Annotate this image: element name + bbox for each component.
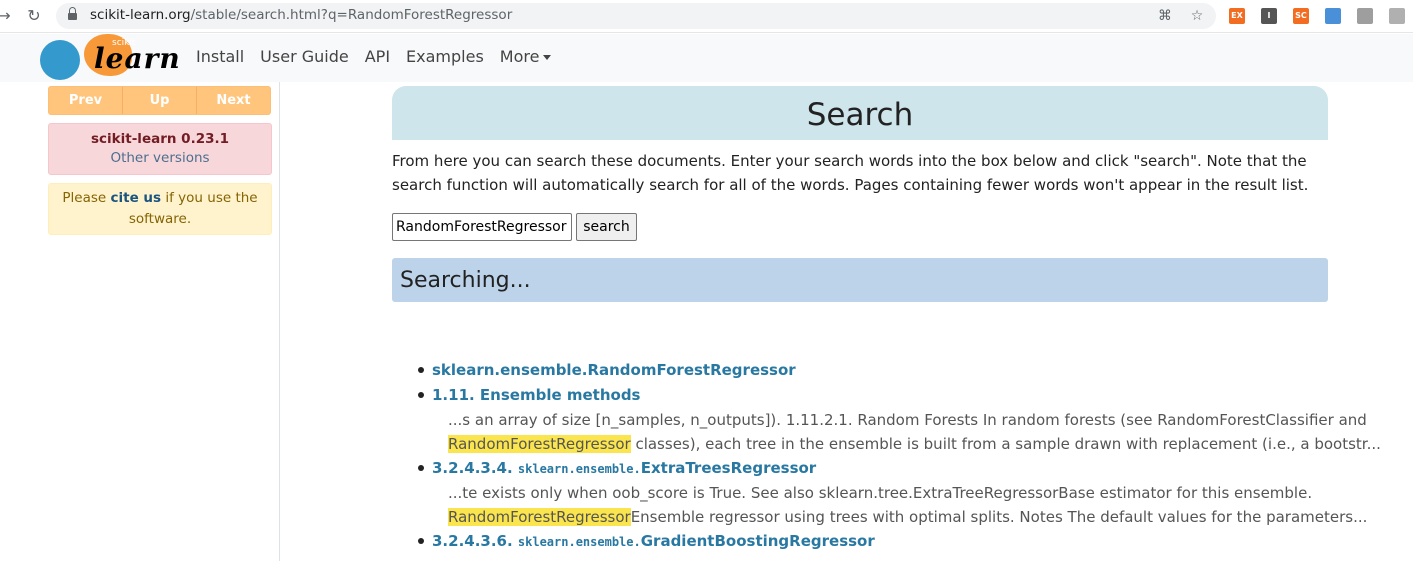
result-snippet-line: RandomForestRegressorEnsemble regressor … [448, 505, 1367, 529]
nav-install[interactable]: Install [196, 47, 244, 66]
cite-box: Please cite us if you use the software. [48, 183, 272, 235]
nav-api[interactable]: API [365, 47, 390, 66]
url-text[interactable]: scikit-learn.org/stable/search.html?q=Ra… [90, 7, 512, 23]
address-bar[interactable]: scikit-learn.org/stable/search.html?q=Ra… [56, 3, 1216, 29]
search-button[interactable]: search [576, 213, 637, 241]
ex-extension-icon[interactable]: EX [1229, 8, 1245, 24]
site-navbar: scikit learn Install User Guide API Exam… [0, 34, 1413, 82]
lock-icon [68, 7, 77, 21]
nav-more-label: More [499, 47, 540, 66]
url-domain: scikit-learn.org [90, 7, 191, 23]
result-snippet-line: RandomForestRegressor classes), each tre… [448, 432, 1381, 456]
page-title-bar: Search [392, 86, 1328, 140]
bullet-icon [418, 465, 424, 471]
url-path: /stable/search.html?q=RandomForestRegres… [190, 7, 513, 23]
bullet-icon [418, 538, 424, 544]
result-snippet-line: ...s an array of size [n_samples, n_outp… [448, 408, 1367, 432]
snippet-highlight: RandomForestRegressor [448, 508, 631, 526]
i-extension-icon[interactable]: I [1261, 8, 1277, 24]
result-title-link[interactable]: 3.2.4.3.6. sklearn.ensemble.GradientBoos… [432, 529, 1340, 554]
translate-icon[interactable]: ⌘ [1156, 7, 1174, 25]
searching-header: Searching... [392, 258, 1328, 302]
scikit-learn-logo[interactable]: scikit learn [40, 34, 180, 82]
snippet-text: Ensemble regressor using trees with opti… [630, 508, 1368, 526]
bookmark-star-icon[interactable]: ☆ [1188, 7, 1206, 25]
search-results-list: sklearn.ensemble.RandomForestRegressor 1.… [410, 358, 1381, 554]
nav-more-dropdown[interactable]: More [500, 47, 552, 66]
nav-examples[interactable]: Examples [406, 47, 484, 66]
result-name: 1.11. Ensemble methods [432, 386, 641, 404]
cite-prefix: Please [62, 190, 111, 206]
snippet-text: ...s an array of size [n_samples, n_outp… [448, 411, 1367, 429]
bullet-icon [418, 367, 424, 373]
nav-links: Install User Guide API Examples More [196, 47, 567, 66]
result-name: sklearn.ensemble.RandomForestRegressor [432, 361, 796, 379]
snippet-text: ...te exists only when oob_score is True… [448, 484, 1313, 502]
reload-icon[interactable]: ↻ [24, 6, 44, 26]
result-snippet-line: ...te exists only when oob_score is True… [448, 481, 1340, 505]
related-nav-buttons: Prev Up Next [48, 86, 271, 115]
result-name: ExtraTreesRegressor [640, 459, 817, 477]
next-button[interactable]: Next [197, 87, 270, 114]
browser-toolbar: → ↻ scikit-learn.org/stable/search.html?… [0, 0, 1413, 33]
search-result-item: 3.2.4.3.6. sklearn.ensemble.GradientBoos… [410, 529, 1340, 554]
version-title: scikit-learn 0.23.1 [90, 131, 230, 147]
logo-learn-text: learn [94, 42, 181, 75]
version-box: scikit-learn 0.23.1 Other versions [48, 123, 272, 175]
result-name: GradientBoostingRegressor [640, 532, 875, 550]
caret-down-icon [543, 55, 552, 60]
search-result-item: sklearn.ensemble.RandomForestRegressor [410, 358, 1340, 383]
result-title-link[interactable]: 3.2.4.3.4. sklearn.ensemble.ExtraTreesRe… [432, 456, 1340, 481]
search-result-item: 1.11. Ensemble methods ...s an array of s… [410, 383, 1381, 456]
bullet-icon [418, 392, 424, 398]
sidebar-divider [279, 82, 280, 561]
sc-extension-icon[interactable]: SC [1293, 8, 1309, 24]
search-intro-text: From here you can search these documents… [392, 152, 1309, 194]
snippet-highlight: RandomForestRegressor [448, 435, 631, 453]
result-module-path: sklearn.ensemble. [517, 462, 641, 476]
blue-extension-icon[interactable] [1325, 8, 1341, 24]
page-title: Search [806, 97, 914, 133]
result-module-path: sklearn.ensemble. [517, 535, 641, 549]
result-title-link[interactable]: 1.11. Ensemble methods [432, 383, 1340, 408]
gray-extension-icon[interactable] [1357, 8, 1373, 24]
nav-user-guide[interactable]: User Guide [260, 47, 349, 66]
prev-button[interactable]: Prev [49, 87, 123, 114]
other-versions-link[interactable]: Other versions [49, 150, 271, 166]
searching-heading: Searching... [400, 268, 531, 293]
result-section-number: 3.2.4.3.6. [432, 532, 518, 550]
logo-blue-shape [40, 40, 80, 80]
search-result-item: 3.2.4.3.4. sklearn.ensemble.ExtraTreesRe… [410, 456, 1367, 529]
snippet-text: classes), each tree in the ensemble is b… [630, 435, 1381, 453]
search-input[interactable] [392, 213, 572, 241]
result-title-link[interactable]: sklearn.ensemble.RandomForestRegressor [432, 358, 1340, 383]
cite-us-link[interactable]: cite us [110, 190, 161, 206]
up-button[interactable]: Up [123, 87, 197, 114]
window-extension-icon[interactable] [1389, 8, 1405, 24]
forward-arrow-icon[interactable]: → [0, 6, 14, 26]
result-section-number: 3.2.4.3.4. [432, 459, 518, 477]
